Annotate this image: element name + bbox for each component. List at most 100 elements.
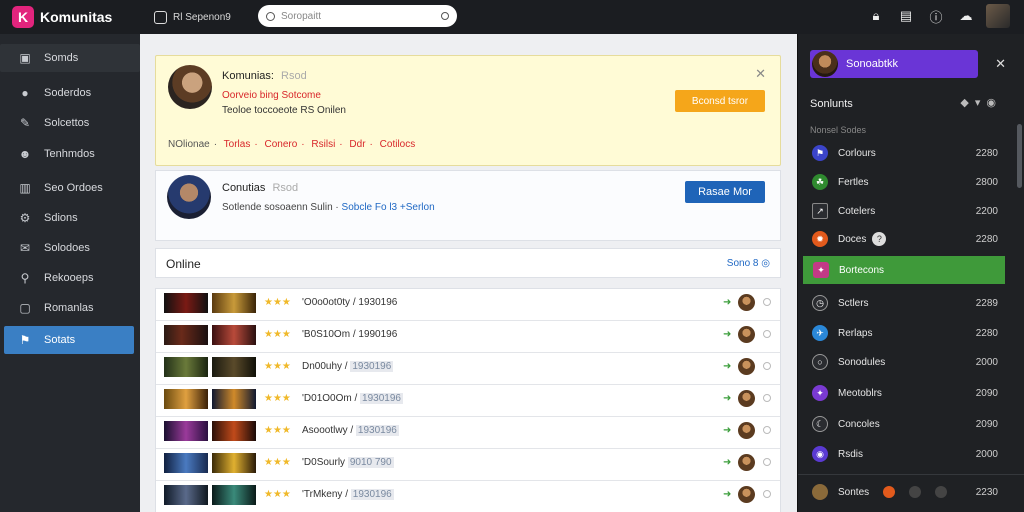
arrow-icon[interactable]: ➜ <box>723 329 731 340</box>
search-submit-icon[interactable] <box>441 12 449 20</box>
list-item[interactable]: ★★★ 'O0o0ot0ty / 1930196 ➜ <box>156 289 780 321</box>
avatar[interactable] <box>738 422 755 439</box>
profile-avatar[interactable] <box>167 175 211 219</box>
avatar[interactable] <box>738 486 755 503</box>
user-avatar[interactable] <box>986 4 1010 28</box>
list-item[interactable]: ⚑ Corlours 2280 <box>802 139 1006 167</box>
arrow-icon[interactable]: ➜ <box>723 393 731 404</box>
notice-tag: Rsod <box>281 70 307 82</box>
sidebar-item-rekooeps[interactable]: ⚲ Rekooeps <box>4 264 134 292</box>
profile-tag: Rsod <box>272 182 299 194</box>
thumbnail <box>164 389 208 409</box>
avatar[interactable] <box>738 390 755 407</box>
notice-link[interactable]: Conero <box>264 139 297 150</box>
status-dot <box>763 298 771 306</box>
list-item[interactable]: ★★★ 'TrMkeny / 1930196 ➜ <box>156 481 780 512</box>
profile-action-button[interactable]: Rasae Mor <box>685 181 765 203</box>
avatar[interactable] <box>738 358 755 375</box>
list-item[interactable]: ☘ Fertles 2800 <box>802 168 1006 196</box>
list-item[interactable]: ★★★ Asoootlwy / 1930196 ➜ <box>156 417 780 449</box>
lock-icon[interactable]: 🔒︎ <box>866 6 886 26</box>
book-icon[interactable]: ▤ <box>896 6 916 26</box>
thumbnail <box>212 325 256 345</box>
app-logo[interactable]: K Komunitas <box>12 6 142 28</box>
sidebar-item-sotats[interactable]: ⚑ Sotats <box>4 326 134 354</box>
list-item[interactable]: ✦ Meotoblrs 2090 <box>802 379 1006 407</box>
list-item[interactable]: ★★★ 'D0Sourly 9010 790 ➜ <box>156 449 780 481</box>
status-dot <box>909 486 922 498</box>
online-see-all[interactable]: Sono 8 ◎ <box>727 258 770 269</box>
sidebar-item-solodoes[interactable]: ✉ Solodoes <box>4 234 134 262</box>
app-name: Komunitas <box>40 9 113 25</box>
circle-icon: ○ <box>812 354 828 370</box>
avatar[interactable] <box>738 294 755 311</box>
current-user-button[interactable]: Sonoabtkk <box>810 50 978 78</box>
list-item[interactable]: ★★★ 'B0S10Om / 1990196 ➜ <box>156 321 780 353</box>
planet-icon: ◉ <box>812 446 828 462</box>
list-item[interactable]: ○ Sonodules 2000 <box>802 348 1006 376</box>
footer-label: Sontes <box>838 486 870 498</box>
clock-icon: ◷ <box>812 295 828 311</box>
item-label: Sonodules <box>838 356 886 368</box>
notice-link[interactable]: Torlas <box>224 139 251 150</box>
search-box[interactable] <box>258 5 457 27</box>
close-icon[interactable]: ✕ <box>995 56 1006 72</box>
close-icon[interactable]: ✕ <box>755 66 766 82</box>
profile-card: Conutias Rsod Sotlende sosoaenn Sulin · … <box>155 170 781 241</box>
sidebar-item-somds[interactable]: ▣ Somds <box>0 44 140 72</box>
arrow-icon[interactable]: ➜ <box>723 489 731 500</box>
thumbnail <box>212 357 256 377</box>
profile-link[interactable]: Sobcle Fo l3 +Serlon <box>342 202 435 213</box>
sidebar-item-tenhmdos[interactable]: ☻ Tenhmdos <box>4 140 134 168</box>
panel-footer[interactable]: Sontes 2230 <box>802 478 1006 506</box>
profile-title: Conutias Rsod <box>222 182 298 194</box>
notice-link[interactable]: Rsilsi <box>311 139 335 150</box>
sidebar-item-solcettos[interactable]: ✎ Solcettos <box>4 109 134 137</box>
moon-icon: ☾ <box>812 416 828 432</box>
search-input[interactable] <box>281 10 441 22</box>
thumbnail <box>212 389 256 409</box>
notice-link[interactable]: Ddr <box>349 139 365 150</box>
item-label: Fertles <box>838 176 869 188</box>
list-item-selected[interactable]: ✦ Bortecons <box>803 256 1005 284</box>
sidebar-item-sdions[interactable]: ⚙ Sdions <box>4 204 134 232</box>
tag-icon: ⚑ <box>19 333 31 347</box>
sidebar-item-soderdos[interactable]: ● Soderdos <box>4 79 134 107</box>
list-item[interactable]: ◷ Sctlers 2289 <box>802 289 1006 317</box>
gear-icon: ⚙ <box>19 211 31 225</box>
breadcrumb[interactable]: Rl Sepenon9 <box>154 10 231 24</box>
panel-subtitle: Nonsel Sodes <box>810 125 867 135</box>
arrow-icon[interactable]: ➜ <box>723 361 731 372</box>
item-label: Rerlaps <box>838 327 873 339</box>
avatar[interactable] <box>738 454 755 471</box>
notice-action-button[interactable]: Bconsd tsror <box>675 90 765 112</box>
notice-card: Komunias: Rsod Oorveio bing Sotcome Teol… <box>155 55 781 166</box>
list-item[interactable]: ✈ Rerlaps 2280 <box>802 319 1006 347</box>
thumbnail <box>164 325 208 345</box>
avatar <box>812 484 828 500</box>
row-text: 'D01O0Om / 1930196 <box>302 393 403 404</box>
sidebar-item-seo-ordoes[interactable]: ▥ Seo Ordoes <box>4 174 134 202</box>
sidebar-item-romanlas[interactable]: ▢ Romanlas <box>4 294 134 322</box>
arrow-icon[interactable]: ➜ <box>723 457 731 468</box>
list-item[interactable]: ★★★ Dn00uhy / 1930196 ➜ <box>156 353 780 385</box>
list-item[interactable]: ☾ Concoles 2090 <box>802 410 1006 438</box>
arrow-icon[interactable]: ➜ <box>723 297 731 308</box>
cloud-icon[interactable]: ☁ <box>956 6 976 26</box>
list-item[interactable]: ↗ Cotelers 2200 <box>802 197 1006 225</box>
arrow-icon[interactable]: ➜ <box>723 425 731 436</box>
notice-link[interactable]: NOlionae <box>168 139 210 150</box>
panel-tool-icons[interactable]: ◆▾◉ <box>960 96 1002 109</box>
avatar[interactable] <box>738 326 755 343</box>
status-dot <box>763 426 771 434</box>
notice-link[interactable]: Cotilocs <box>380 139 416 150</box>
list-item[interactable]: ★★★ 'D01O0Om / 1930196 ➜ <box>156 385 780 417</box>
pen-icon: ✎ <box>19 116 31 130</box>
row-text: Asoootlwy / 1930196 <box>302 425 399 436</box>
help-badge[interactable]: ? <box>872 232 887 246</box>
notice-avatar[interactable] <box>168 65 212 109</box>
info-icon[interactable]: ⓘ <box>926 6 946 26</box>
list-item[interactable]: ✹ Doces ? 2280 <box>802 225 1006 253</box>
list-item[interactable]: ◉ Rsdis 2000 <box>802 440 1006 468</box>
scrollbar[interactable] <box>1017 124 1022 188</box>
